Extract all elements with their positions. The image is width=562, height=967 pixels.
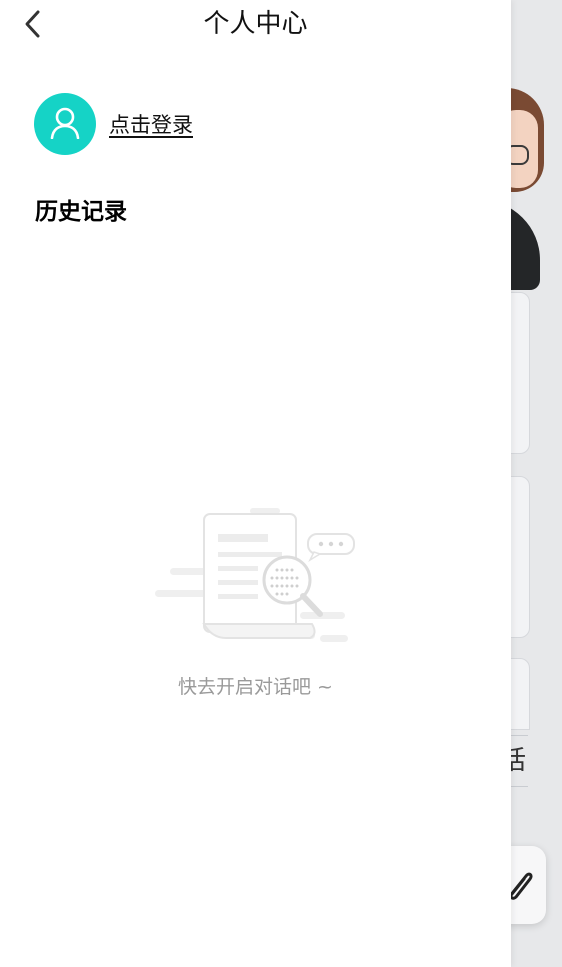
app-screen: 话 个人中心 点击登录 历史记录 快去开启对话吧 ~ [0,0,562,967]
nav-bar: 个人中心 [0,0,511,56]
user-login-row[interactable]: 点击登录 [34,92,193,156]
empty-illustration [150,500,360,650]
avatar[interactable] [34,93,96,155]
personal-center-drawer: 个人中心 点击登录 历史记录 快去开启对话吧 ~ [0,0,511,967]
login-link[interactable]: 点击登录 [109,109,193,139]
page-title: 个人中心 [203,9,308,39]
user-icon [50,107,80,139]
history-title: 历史记录 [35,199,127,225]
empty-search-document-icon [155,508,355,642]
empty-state-text: 快去开启对话吧 ~ [178,676,333,698]
